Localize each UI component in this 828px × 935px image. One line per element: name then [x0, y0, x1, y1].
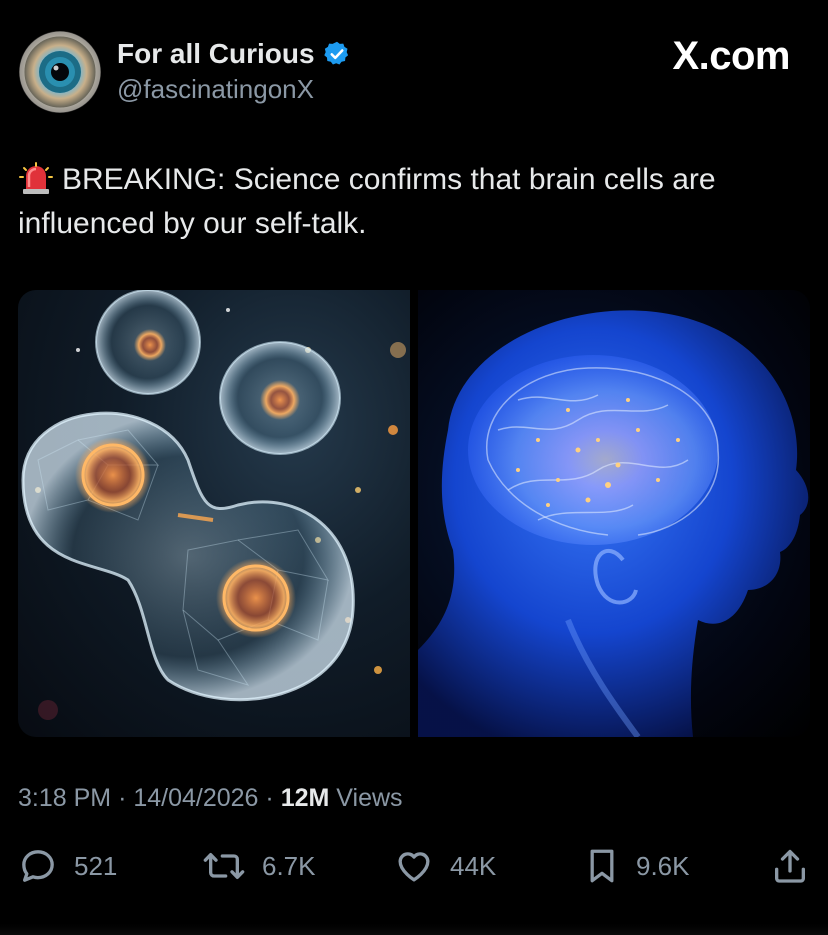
post-time[interactable]: 3:18 PM	[18, 784, 111, 812]
reply-count: 521	[74, 850, 118, 881]
display-name-text: For all Curious	[117, 38, 315, 69]
repost-count: 6.7K	[262, 850, 316, 881]
cell-division-image[interactable]	[18, 290, 410, 737]
siren-icon	[18, 159, 54, 195]
like-count: 44K	[450, 850, 497, 881]
post-date[interactable]: 14/04/2026	[133, 784, 258, 812]
views-count: 12M	[280, 784, 330, 812]
bookmark-button[interactable]: 9.6K	[584, 842, 690, 890]
share-button[interactable]	[770, 842, 810, 890]
verified-check-icon	[323, 40, 351, 68]
bookmark-icon	[590, 849, 614, 883]
handle[interactable]: @fascinatingonX	[117, 72, 314, 106]
meta-separator-2: ·	[265, 784, 274, 812]
reply-button[interactable]: 521	[18, 842, 117, 890]
heart-icon	[398, 852, 430, 882]
bookmark-count: 9.6K	[636, 850, 690, 881]
like-button[interactable]: 44K	[394, 842, 496, 890]
repost-icon	[203, 853, 245, 879]
share-icon	[775, 849, 805, 883]
brand-watermark: X.com	[672, 34, 790, 78]
display-name[interactable]: For all Curious	[117, 36, 351, 72]
tweet-text: BREAKING: Science confirms that brain ce…	[18, 158, 808, 246]
reply-icon	[22, 850, 54, 882]
meta-separator: ·	[118, 784, 127, 812]
footer-edge	[0, 924, 828, 935]
media-grid	[18, 290, 810, 737]
avatar[interactable]	[19, 31, 101, 113]
views-label: Views	[336, 784, 403, 812]
post-meta: 3:18 PM · 14/04/2026 · 12M Views	[18, 780, 403, 816]
tweet-body: BREAKING: Science confirms that brain ce…	[18, 163, 716, 240]
action-bar: 521 6.7K 44K 9.6K	[18, 842, 810, 890]
glowing-brain-head-image[interactable]	[418, 290, 810, 737]
repost-button[interactable]: 6.7K	[202, 842, 316, 890]
tweet: For all Curious @fascinatingonX X.com BR…	[0, 0, 828, 935]
